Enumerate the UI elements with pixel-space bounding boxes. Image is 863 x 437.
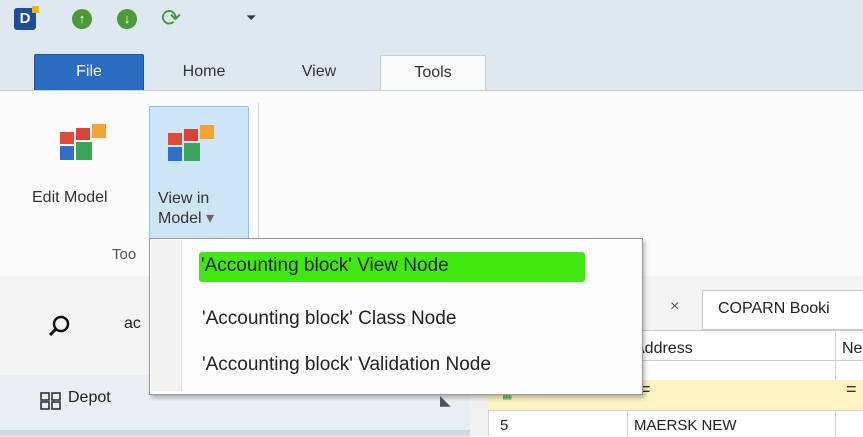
- view-in-model-label-line2: Model ▾: [158, 209, 214, 229]
- table-cell[interactable]: MAERSK NEW: [634, 417, 737, 434]
- arrow-up-glyph: ↑: [78, 11, 86, 26]
- view-in-model-label-line1: View in: [158, 190, 210, 207]
- search-icon[interactable]: [48, 315, 70, 337]
- menu-item-validation-node[interactable]: 'Accounting block' Validation Node: [202, 351, 491, 379]
- menu-icon-gutter: [151, 240, 182, 391]
- close-icon[interactable]: ×: [670, 298, 679, 316]
- model-cubes-icon: [168, 125, 214, 161]
- tab-tools[interactable]: Tools: [380, 55, 486, 91]
- arrow-up-icon[interactable]: ↑: [72, 9, 92, 29]
- customize-icon[interactable]: ⏷: [246, 8, 256, 28]
- column-header-ne[interactable]: Ne: [842, 340, 862, 358]
- refresh-glyph: ⟳: [161, 5, 182, 32]
- edit-model-button[interactable]: Edit Model: [24, 108, 144, 236]
- arrow-down-glyph: ↓: [123, 11, 131, 26]
- tab-view[interactable]: View: [284, 55, 354, 90]
- app-logo-letter: D: [19, 10, 31, 27]
- menu-item-class-node[interactable]: 'Accounting block' Class Node: [202, 305, 456, 333]
- document-tab-label: COPARN Booki: [718, 300, 830, 317]
- filter-operator[interactable]: =: [846, 379, 857, 400]
- tab-file[interactable]: File: [34, 54, 144, 91]
- view-in-model-label-text: Model: [158, 210, 202, 227]
- search-input[interactable]: ac: [124, 315, 141, 333]
- refresh-icon[interactable]: ⟳: [161, 6, 181, 32]
- sidebar-divider: [0, 430, 470, 436]
- view-in-model-button[interactable]: View in Model ▾: [149, 106, 249, 240]
- edit-model-label: Edit Model: [32, 189, 108, 206]
- model-cubes-icon: [60, 124, 106, 160]
- customize-glyph: ⏷: [246, 10, 257, 25]
- dropdown-arrow-icon[interactable]: ▾: [206, 210, 214, 227]
- ribbon-group-label: Too: [112, 246, 137, 263]
- table-cell[interactable]: 5: [500, 417, 508, 434]
- app-logo-icon[interactable]: D: [14, 6, 39, 30]
- menu-item-view-node-overlay[interactable]: 'Accounting block' View Node: [201, 252, 449, 280]
- tab-home[interactable]: Home: [168, 55, 240, 90]
- grid-icon: [40, 392, 61, 410]
- sidebar-item-label: Depot: [68, 389, 111, 406]
- logo-accent: [32, 6, 39, 13]
- arrow-down-icon[interactable]: ↓: [117, 9, 137, 29]
